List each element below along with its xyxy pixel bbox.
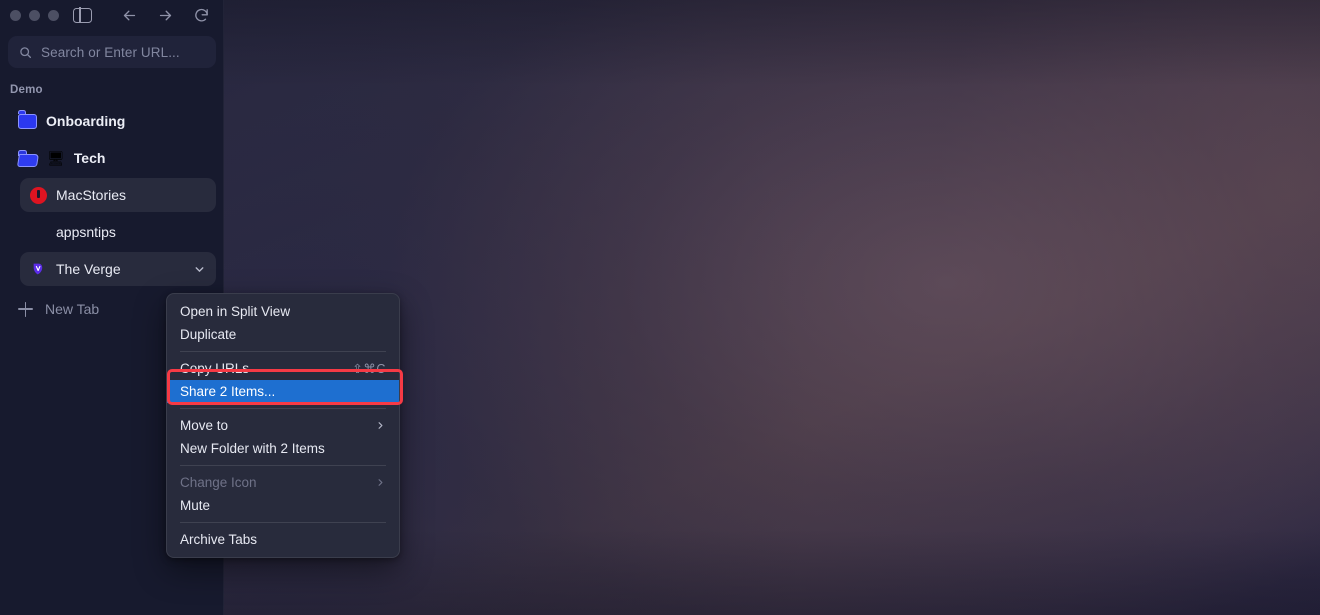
- menu-item-mute[interactable]: Mute: [167, 494, 399, 517]
- arrow-right-icon[interactable]: [157, 7, 174, 24]
- arrow-left-icon[interactable]: [121, 7, 138, 24]
- search-icon: [19, 46, 32, 59]
- context-menu: Open in Split View Duplicate Copy URLs ⇧…: [166, 293, 400, 558]
- desktop-computer-emoji: 🖥: [47, 150, 65, 166]
- search-input[interactable]: Search or Enter URL...: [8, 36, 216, 68]
- reload-icon[interactable]: [193, 7, 210, 24]
- menu-item-new-folder-with-2-items[interactable]: New Folder with 2 Items: [167, 437, 399, 460]
- sidebar-item-onboarding[interactable]: Onboarding: [8, 104, 216, 138]
- menu-item-duplicate[interactable]: Duplicate: [167, 323, 399, 346]
- browser-window: Search or Enter URL... Demo Onboarding 🖥…: [0, 0, 1320, 615]
- menu-item-label: Move to: [180, 418, 229, 433]
- menu-separator: [180, 351, 386, 352]
- sidebar-item-label: The Verge: [56, 261, 121, 277]
- favicon-verge-icon: [30, 261, 47, 278]
- sidebar-item-appsntips[interactable]: appsntips: [20, 215, 216, 249]
- menu-item-label: Open in Split View: [180, 304, 291, 319]
- folder-closed-icon: [18, 110, 37, 129]
- menu-item-copy-urls[interactable]: Copy URLs ⇧⌘C: [167, 357, 399, 380]
- traffic-lights: [10, 9, 59, 21]
- menu-item-label: Share 2 Items...: [180, 384, 276, 399]
- navigation-buttons: [121, 7, 214, 24]
- chevron-right-icon: [375, 477, 386, 488]
- menu-item-shortcut: ⇧⌘C: [352, 362, 386, 376]
- sidebar-item-label: Tech: [73, 150, 106, 166]
- sidebar-item-label: Onboarding: [46, 113, 126, 129]
- zoom-window-button[interactable]: [48, 9, 59, 21]
- menu-item-label: Change Icon: [180, 475, 257, 490]
- search-bar-container: Search or Enter URL...: [0, 30, 224, 68]
- chevron-down-icon[interactable]: [193, 263, 206, 276]
- sidebar-toggle-icon[interactable]: [73, 7, 92, 23]
- sidebar-item-the-verge[interactable]: The Verge: [20, 252, 216, 286]
- menu-item-move-to[interactable]: Move to: [167, 414, 399, 437]
- folder-open-icon: [17, 150, 39, 166]
- menu-item-archive-tabs[interactable]: Archive Tabs: [167, 528, 399, 551]
- chevron-right-icon: [375, 420, 386, 431]
- favicon-macstories-icon: [30, 186, 47, 204]
- sidebar-item-label: MacStories: [56, 187, 127, 203]
- minimize-window-button[interactable]: [29, 9, 40, 21]
- menu-item-label: Duplicate: [180, 327, 237, 342]
- menu-separator: [180, 408, 386, 409]
- menu-item-label: Mute: [180, 498, 211, 513]
- search-placeholder: Search or Enter URL...: [41, 44, 180, 60]
- menu-item-share-2-items[interactable]: Share 2 Items...: [167, 380, 399, 403]
- menu-item-label: New Folder with 2 Items: [180, 441, 325, 456]
- menu-item-open-in-split-view[interactable]: Open in Split View: [167, 300, 399, 323]
- favicon-appsntips-icon: [30, 224, 47, 241]
- close-window-button[interactable]: [10, 9, 21, 21]
- menu-item-label: Archive Tabs: [180, 532, 258, 547]
- sidebar-item-macstories[interactable]: MacStories: [20, 178, 216, 212]
- sidebar-group-label: Demo: [10, 84, 43, 96]
- title-bar: [0, 0, 224, 30]
- sidebar-item-tech[interactable]: 🖥 Tech: [8, 141, 216, 175]
- menu-item-change-icon: Change Icon: [167, 471, 399, 494]
- menu-item-label: Copy URLs: [180, 361, 250, 376]
- menu-separator: [180, 465, 386, 466]
- sidebar-item-label: appsntips: [56, 224, 116, 240]
- plus-icon: [18, 301, 33, 317]
- new-tab-label: New Tab: [45, 301, 100, 317]
- menu-separator: [180, 522, 386, 523]
